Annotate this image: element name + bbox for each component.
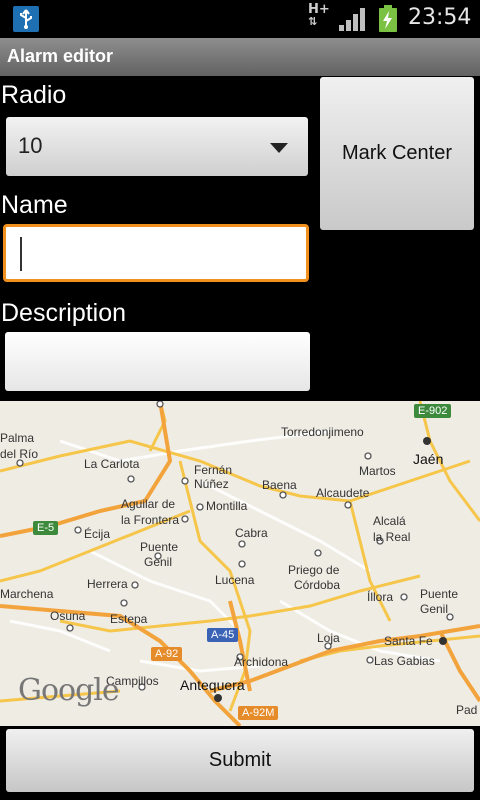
title-bar: Alarm editor xyxy=(0,38,480,76)
mark-center-button[interactable]: Mark Center xyxy=(320,77,474,230)
map-label: Alcaudete xyxy=(316,486,370,500)
description-label: Description xyxy=(1,299,127,327)
network-type: H+ ⇅ xyxy=(308,2,330,28)
road-shield: A-92 xyxy=(151,647,183,661)
map-label: Puente xyxy=(140,540,179,554)
map-label: Córdoba xyxy=(294,578,341,592)
google-logo: Google xyxy=(18,673,120,708)
map-label: Núñez xyxy=(194,477,229,491)
map-label: Las Gabias xyxy=(374,654,435,668)
dropdown-arrow-icon xyxy=(270,143,288,153)
map-label: Herrera xyxy=(87,577,128,591)
map-label: Archidona xyxy=(234,655,289,669)
map-label: Pad xyxy=(456,703,478,717)
radio-label: Radio xyxy=(1,81,67,109)
description-input[interactable] xyxy=(5,332,310,391)
road-shield: E-5 xyxy=(33,521,59,535)
road-shield: A-92M xyxy=(238,706,279,720)
map-label: del Río xyxy=(0,447,39,461)
name-input[interactable] xyxy=(3,224,309,282)
submit-button[interactable]: Submit xyxy=(6,729,474,792)
map-label: Genil xyxy=(420,602,449,616)
map-label: La Carlota xyxy=(84,457,140,471)
radio-value: 10 xyxy=(18,133,43,158)
map-label: Lucena xyxy=(215,573,255,587)
map-label: Palma xyxy=(0,431,35,445)
usb-icon xyxy=(13,6,39,32)
radio-spinner[interactable]: 10 xyxy=(6,117,308,176)
map-label: Estepa xyxy=(110,612,148,626)
map-label: Puente xyxy=(420,587,459,601)
battery-charging-icon xyxy=(378,5,398,37)
road-shield: A-45 xyxy=(207,628,239,642)
map-label: la Real xyxy=(373,530,411,544)
map-view[interactable]: Palma del Río La Carlota Fernán Núñez To… xyxy=(0,401,480,726)
clock: 23:54 xyxy=(408,5,472,30)
map-label: Genil xyxy=(144,555,173,569)
map-label: Jaén xyxy=(413,451,444,467)
map-label: la Frontera xyxy=(121,513,180,527)
map-label: Santa Fe xyxy=(384,634,433,648)
signal-icon xyxy=(338,6,368,36)
map-label: Aguilar de xyxy=(121,497,176,511)
map-label: Écija xyxy=(84,527,111,541)
map-label: Íllora xyxy=(367,590,394,604)
map-label: Antequera xyxy=(180,677,245,693)
map-label: Baena xyxy=(262,478,297,492)
status-bar: H+ ⇅ 23:54 xyxy=(0,0,480,38)
name-label: Name xyxy=(1,191,68,219)
map-label: Alcalá xyxy=(373,514,406,528)
map-label: Marchena xyxy=(0,587,54,601)
map-label: Cabra xyxy=(235,526,268,540)
page-title: Alarm editor xyxy=(7,46,114,66)
road-shield: E-902 xyxy=(414,404,452,418)
map-label: Loja xyxy=(317,631,340,645)
map-label: Montilla xyxy=(206,499,248,513)
map-label: Fernán xyxy=(194,463,233,477)
map-label: Torredonjimeno xyxy=(281,425,364,439)
map-label: Priego de xyxy=(288,563,340,577)
map-label: Osuna xyxy=(50,609,86,623)
map-label: Martos xyxy=(359,464,396,478)
text-cursor xyxy=(20,237,22,271)
